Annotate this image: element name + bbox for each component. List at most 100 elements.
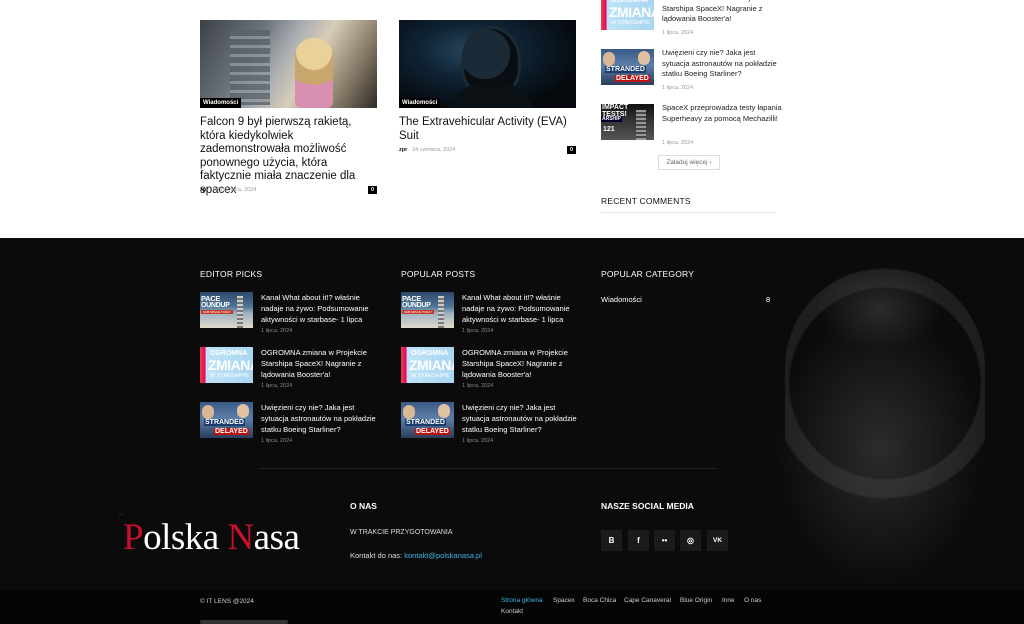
popular-post-title[interactable]: Kanał What about it!? właśnie nadaje na … <box>462 292 577 325</box>
instagram-icon[interactable]: ◎ <box>680 530 701 551</box>
card-title-eva[interactable]: The Extravehicular Activity (EVA) Suit <box>399 116 579 143</box>
astronaut-face-graphic <box>237 404 249 418</box>
logo-letter: P <box>123 517 144 558</box>
category-link-wiadomosci[interactable]: Wiadomości <box>601 295 642 304</box>
popular-thumb-stranded[interactable]: STRANDED DELAYED <box>401 402 454 438</box>
nav-o-nas[interactable]: O nas <box>744 597 761 604</box>
thumb-text: DELAYED <box>214 428 249 435</box>
category-count: 8 <box>766 295 771 304</box>
load-more-button[interactable]: Załaduj więcej › <box>658 155 720 170</box>
popular-thumb-space[interactable]: PACE OUNDUP SUB SPACE TODAY <box>401 292 454 328</box>
vk-icon[interactable]: VK <box>707 530 728 551</box>
editor-thumb-stranded[interactable]: STRANDED DELAYED <box>200 402 253 438</box>
divider <box>601 212 776 213</box>
author[interactable]: zpr <box>399 147 407 153</box>
astronaut-face-graphic <box>438 404 450 418</box>
sidebar-item-title[interactable]: Uwięzieni czy nie? Jaka jest sytuacja as… <box>662 48 782 80</box>
load-more-label: Załaduj więcej <box>666 159 708 166</box>
about-text: W TRAKCIE PRZYGOTOWANIA <box>350 529 453 536</box>
person-graphic <box>295 38 333 108</box>
category-badge[interactable]: Wiadomości <box>399 98 441 108</box>
tower-graphic <box>237 296 243 328</box>
thumb-text: 121 <box>603 126 615 133</box>
thumb-text: STRANDED <box>605 66 646 73</box>
thumb-text: STRANDED <box>405 419 446 426</box>
card-image-falcon[interactable]: Wiadomości <box>200 20 377 108</box>
card-image-eva[interactable]: Wiadomości <box>399 20 576 108</box>
editor-thumb-ogromna[interactable]: OGROMNA ZMIANA W STARSHIPIE <box>200 347 253 383</box>
sidebar-item-date: 1 lipca, 2024 <box>662 30 694 36</box>
thumb-text: DELAYED <box>615 75 650 82</box>
logo-letter: N <box>227 517 254 558</box>
thumb-text: ZMIANA <box>409 357 454 373</box>
editor-pick-date: 1 lipca, 2024 <box>261 438 293 444</box>
card-meta-eva: zpr · 24 czerwca, 2024 <box>399 147 456 153</box>
nav-kontakt[interactable]: Kontakt <box>501 608 523 615</box>
nav-cape-canaveral[interactable]: Cape Canaveral <box>624 597 671 604</box>
astronaut-face-graphic <box>202 405 214 419</box>
lab-equipment-graphic <box>230 30 270 105</box>
thumb-text: OUNDUP <box>402 302 431 309</box>
bottom-bar <box>0 590 1024 624</box>
card-meta-falcon: zpr · 24 czerwca, 2024 <box>200 187 257 193</box>
editor-pick-date: 1 lipca, 2024 <box>261 383 293 389</box>
card-title-falcon[interactable]: Falcon 9 był pierwszą rakietą, która kie… <box>200 116 380 197</box>
nav-boca-chica[interactable]: Boca Chica <box>583 597 616 604</box>
suit-graphic <box>447 82 537 108</box>
footer-divider <box>258 468 718 469</box>
nav-home[interactable]: Strona główna <box>501 597 543 604</box>
sidebar-item-date: 1 lipca, 2024 <box>662 140 694 146</box>
astronaut-background-graphic <box>785 268 985 598</box>
popular-post-date: 1 lipca, 2024 <box>462 438 494 444</box>
site-logo[interactable]: Polska Nasa <box>123 516 300 559</box>
sidebar-thumb-ogromna[interactable]: OGROMNA ZMIANA W STARSHIPIE <box>601 0 654 30</box>
flickr-icon[interactable]: •• <box>654 530 675 551</box>
thumb-text: OGROMNA <box>210 350 248 357</box>
scrollbar[interactable] <box>200 620 288 624</box>
astronaut-face-graphic <box>403 405 415 419</box>
thumb-text: SUB SPACE TODAY <box>201 310 233 314</box>
author[interactable]: zpr <box>200 187 208 193</box>
comment-count[interactable]: 0 <box>567 146 576 154</box>
thumb-text: SUB SPACE TODAY <box>402 310 434 314</box>
thumb-text: OGROMNA <box>411 350 449 357</box>
thumb-text: ZMIANA <box>609 4 654 20</box>
sidebar-item-title[interactable]: SpaceX przeprowadza testy łapania Superh… <box>662 103 782 124</box>
sidebar-item-date: 1 lipca, 2024 <box>662 85 694 91</box>
astronaut-face-graphic <box>603 52 615 66</box>
copyright: © IT LENS @2024 <box>200 598 254 605</box>
social-heading: NASZE SOCIAL MEDIA <box>601 501 694 511</box>
sidebar-item-title[interactable]: OGROMNA zmiana w Projekcie Starshipa Spa… <box>662 0 782 25</box>
editor-pick-title[interactable]: OGROMNA zmiana w Projekcie Starshipa Spa… <box>261 347 376 380</box>
popular-post-date: 1 lipca, 2024 <box>462 383 494 389</box>
facebook-icon[interactable]: f <box>628 530 649 551</box>
date: 24 czerwca, 2024 <box>213 187 257 193</box>
popular-post-title[interactable]: Uwięzieni czy nie? Jaka jest sytuacja as… <box>462 402 580 435</box>
editor-thumb-space[interactable]: PACE OUNDUP SUB SPACE TODAY <box>200 292 253 328</box>
editor-pick-title[interactable]: Kanał What about it!? właśnie nadaje na … <box>261 292 376 325</box>
sidebar-thumb-impact[interactable]: IMPACT TESTS! ARSHIP 121 <box>601 104 654 140</box>
nav-blue-origin[interactable]: Blue Origin <box>680 597 712 604</box>
blogger-icon[interactable]: B <box>601 530 622 551</box>
astronaut-face-graphic <box>638 51 650 65</box>
date: 24 czerwca, 2024 <box>412 147 456 153</box>
nav-spacex[interactable]: Spacex <box>553 597 575 604</box>
contact-email-link[interactable]: kontakt@polskanasa.pl <box>404 551 482 560</box>
sidebar-thumb-stranded[interactable]: STRANDED DELAYED <box>601 49 654 85</box>
thumb-text: ZMIANA <box>208 357 253 373</box>
popular-posts-heading: POPULAR POSTS <box>401 269 476 279</box>
thumb-text: W STARSHIPIE <box>411 373 451 379</box>
comment-count[interactable]: 0 <box>368 186 377 194</box>
contact-label: Kontakt do nas: <box>350 551 403 560</box>
chevron-right-icon: › <box>709 159 712 166</box>
popular-category-heading: POPULAR CATEGORY <box>601 269 695 279</box>
popular-thumb-ogromna[interactable]: OGROMNA ZMIANA W STARSHIPIE <box>401 347 454 383</box>
about-heading: O NAS <box>350 501 377 511</box>
editor-pick-title[interactable]: Uwięzieni czy nie? Jaka jest sytuacja as… <box>261 402 379 435</box>
popular-post-title[interactable]: OGROMNA zmiana w Projekcie Starshipa Spa… <box>462 347 577 380</box>
tower-graphic <box>438 296 444 328</box>
thumb-text: W STARSHIPIE <box>210 373 250 379</box>
nav-inne[interactable]: Inne <box>722 597 735 604</box>
thumb-text: STRANDED <box>204 419 245 426</box>
category-badge[interactable]: Wiadomości <box>200 98 242 108</box>
